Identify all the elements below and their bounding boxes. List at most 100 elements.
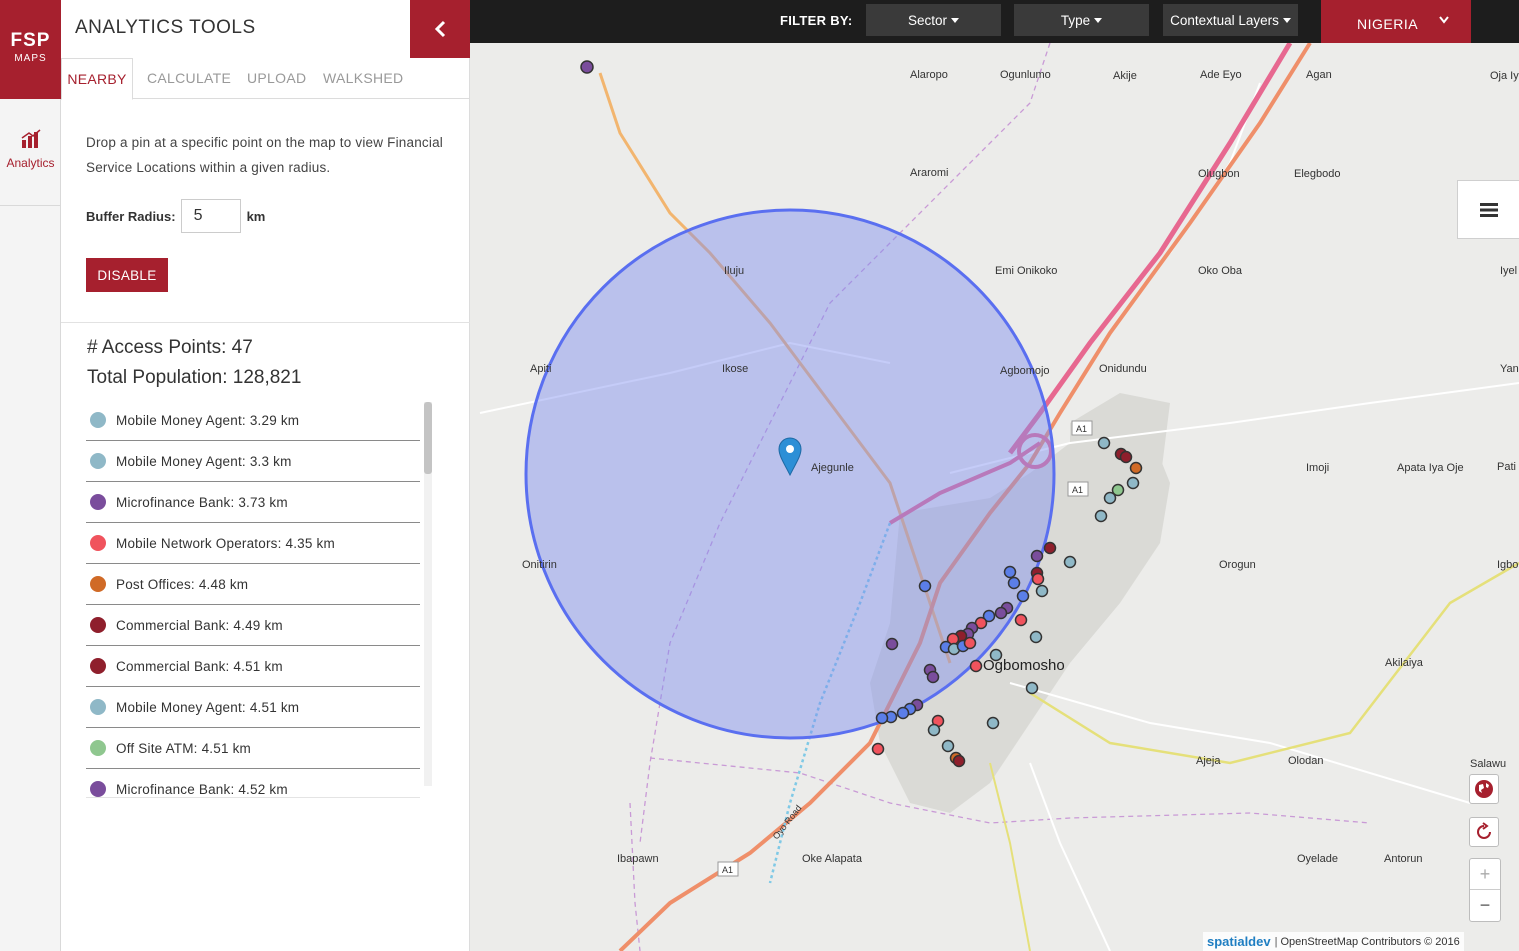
map-point[interactable]: [1014, 613, 1028, 627]
result-list-item[interactable]: Mobile Money Agent: 3.3 km: [86, 441, 420, 482]
caret-down-icon: [951, 17, 960, 23]
place-label: Ogunlumo: [1000, 69, 1051, 81]
map-point[interactable]: [1063, 555, 1077, 569]
contextual-layers-label: Contextual Layers: [1170, 12, 1279, 28]
tab-upload[interactable]: UPLOAD: [247, 58, 306, 99]
attribution-separator: |: [1274, 935, 1278, 948]
map-point[interactable]: [1003, 565, 1017, 579]
access-points-count: # Access Points: 47: [87, 337, 253, 358]
map-point[interactable]: [1119, 450, 1133, 464]
road-shield-label: A1: [1072, 485, 1083, 495]
place-label: Elegbodo: [1294, 168, 1341, 180]
panel-divider: [61, 322, 470, 323]
bar-chart-icon: [21, 129, 40, 148]
map-point[interactable]: [1097, 436, 1111, 450]
map-point[interactable]: [1031, 572, 1045, 586]
result-list-item[interactable]: Off Site ATM: 4.51 km: [86, 728, 420, 769]
result-list-item[interactable]: Microfinance Bank: 3.73 km: [86, 482, 420, 523]
results-scroll-thumb[interactable]: [424, 402, 432, 474]
globe-icon: [1475, 780, 1493, 798]
map-point[interactable]: [994, 606, 1008, 620]
rail-item-analytics[interactable]: Analytics: [0, 118, 61, 206]
map-point[interactable]: [1029, 630, 1043, 644]
map-point[interactable]: [871, 742, 885, 756]
country-selector[interactable]: NIGERIA: [1321, 0, 1471, 43]
result-label: Microfinance Bank: 4.52 km: [116, 781, 288, 797]
tab-calculate[interactable]: CALCULATE: [147, 58, 231, 99]
map-point[interactable]: [989, 648, 1003, 662]
buffer-radius-label: Buffer Radius:: [86, 208, 176, 224]
admin-boundary: [649, 757, 1371, 824]
type-dropdown[interactable]: Type: [1014, 4, 1149, 36]
zoom-in-button[interactable]: +: [1470, 859, 1500, 890]
map-point[interactable]: [1094, 509, 1108, 523]
map-point[interactable]: [1016, 589, 1030, 603]
contextual-layers-dropdown[interactable]: Contextual Layers: [1163, 4, 1298, 36]
results-scrollbar[interactable]: [424, 402, 432, 786]
map-point[interactable]: [941, 739, 955, 753]
place-label: Pati: [1497, 461, 1516, 473]
map-point[interactable]: [875, 711, 889, 725]
result-label: Microfinance Bank: 3.73 km: [116, 494, 288, 510]
map-point[interactable]: [927, 723, 941, 737]
legend-dot: [90, 781, 106, 797]
legend-dot: [90, 412, 106, 428]
result-list-item[interactable]: Commercial Bank: 4.51 km: [86, 646, 420, 687]
map-point[interactable]: [969, 659, 983, 673]
map-canvas[interactable]: Alaropo Ogunlumo Akije Ade Eyo Agan Oja …: [470, 43, 1519, 951]
map-point[interactable]: [963, 636, 977, 650]
result-label: Mobile Money Agent: 3.3 km: [116, 453, 292, 469]
place-label: Orogun: [1219, 559, 1256, 571]
map-point[interactable]: [986, 716, 1000, 730]
spatialdev-logo[interactable]: spatialdev: [1207, 934, 1271, 949]
place-label: Ajegunle: [811, 462, 854, 474]
map-point[interactable]: [918, 579, 932, 593]
fsp-maps-logo[interactable]: FSP MAPS: [0, 0, 61, 99]
legend-dot: [90, 453, 106, 469]
map-point[interactable]: [1030, 549, 1044, 563]
result-list-item[interactable]: Mobile Money Agent: 4.51 km: [86, 687, 420, 728]
zoom-out-button[interactable]: −: [1470, 890, 1500, 921]
collapse-panel-button[interactable]: [410, 0, 470, 58]
results-list-inner: Mobile Money Agent: 3.29 km Mobile Money …: [86, 400, 420, 797]
map-point[interactable]: [885, 637, 899, 651]
map-point[interactable]: [1025, 681, 1039, 695]
map-point[interactable]: [1007, 576, 1021, 590]
result-list-item[interactable]: Mobile Network Operators: 4.35 km: [86, 523, 420, 564]
chevron-left-icon: [434, 20, 446, 38]
map-point[interactable]: [926, 670, 940, 684]
panel-title: ANALYTICS TOOLS: [75, 17, 256, 38]
buffer-radius-input[interactable]: [180, 199, 241, 233]
place-label: Agan: [1306, 69, 1332, 81]
result-list-item[interactable]: Mobile Money Agent: 3.29 km: [86, 400, 420, 441]
legend-dot: [90, 494, 106, 510]
tab-nearby[interactable]: NEARBY: [61, 58, 133, 100]
rail-analytics-label: Analytics: [6, 156, 55, 170]
zoom-control: + −: [1469, 858, 1501, 922]
map-point[interactable]: [1043, 541, 1057, 555]
map-point[interactable]: [1129, 461, 1143, 475]
result-list-item[interactable]: Commercial Bank: 4.49 km: [86, 605, 420, 646]
result-list-item[interactable]: Microfinance Bank: 4.52 km: [86, 769, 420, 797]
attribution-text[interactable]: OpenStreetMap Contributors © 2016: [1280, 936, 1459, 948]
map-point[interactable]: [1126, 476, 1140, 490]
map-point[interactable]: [952, 754, 966, 768]
results-list[interactable]: Mobile Money Agent: 3.29 km Mobile Money …: [86, 400, 420, 798]
map-point[interactable]: [896, 706, 910, 720]
place-label: Apata Iya Oje: [1397, 462, 1464, 474]
layers-menu-button[interactable]: [1457, 180, 1519, 239]
left-rail: FSP MAPS Analytics: [0, 0, 61, 951]
globe-button[interactable]: [1469, 774, 1499, 804]
sector-dropdown[interactable]: Sector: [866, 4, 1001, 36]
result-label: Mobile Money Agent: 3.29 km: [116, 412, 300, 428]
reset-view-button[interactable]: [1469, 817, 1499, 847]
result-list-item[interactable]: Post Offices: 4.48 km: [86, 564, 420, 605]
map-view[interactable]: Alaropo Ogunlumo Akije Ade Eyo Agan Oja …: [470, 43, 1519, 951]
disable-button[interactable]: DISABLE: [86, 258, 168, 292]
map-point[interactable]: [1035, 584, 1049, 598]
map-point[interactable]: [1103, 491, 1117, 505]
chevron-down-icon: [1439, 16, 1449, 24]
place-label: Oke Alapata: [802, 853, 863, 865]
map-point[interactable]: [580, 60, 594, 74]
tab-walkshed[interactable]: WALKSHED: [323, 58, 403, 99]
